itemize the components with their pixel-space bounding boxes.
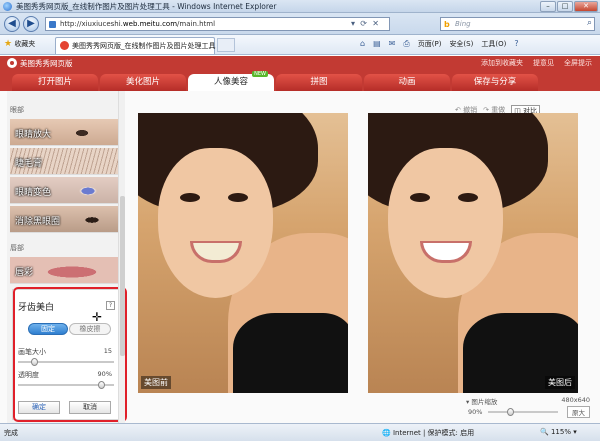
help-icon[interactable]: ? [514,39,518,49]
tab-animation[interactable]: 动画 [364,74,450,91]
window-controls: – □ ✕ [540,1,598,12]
help-button[interactable]: ? [106,301,115,310]
image-size: 480x640 [561,396,590,404]
tab-collage[interactable]: 拼图 [276,74,362,91]
page-icon [49,21,56,28]
eraser-mode-button[interactable]: 橡皮擦 [69,323,111,335]
star-icon: ★ [4,39,13,49]
photo-after: 美图后 [368,113,578,393]
photo-before: 美图前 [138,113,348,393]
fullscreen-link[interactable]: 全屏提示 [564,58,592,68]
opacity-value: 90% [97,370,112,378]
search-icon[interactable]: ⌕ [587,18,592,28]
brush-size-slider[interactable] [18,358,114,366]
minimize-button[interactable]: – [540,1,556,12]
dropdown-icon[interactable]: ▾ [351,19,355,28]
tool-dark-circles[interactable]: 消除黑眼圈 [10,206,120,233]
meitu-favicon-icon [60,41,69,50]
search-box[interactable]: b Bing ⌕ [440,17,595,31]
refresh-icon[interactable]: ⟳ [360,19,367,28]
add-favorite-link[interactable]: 添加到收藏夹 [481,58,523,68]
zoom-percent: 90% [468,408,483,416]
fix-mode-button[interactable]: 固定 [28,323,68,335]
menu-page[interactable]: 页面(P) [418,39,442,49]
new-tab-button[interactable] [217,38,235,52]
zoom-title: ▾ 图片缩放 [466,398,498,406]
cursor-icon: ✛ [92,310,103,324]
bing-icon: b [444,20,450,29]
teeth-title: 牙齿美白 [18,303,55,313]
left-panel: 眼部 眼睛放大 睫毛膏 眼睛变色 消除黑眼圈 唇部 唇彩 牙齿美白 ? 固定 橡… [7,91,127,423]
main-content: 眼部 眼睛放大 睫毛膏 眼睛变色 消除黑眼圈 唇部 唇彩 牙齿美白 ? 固定 橡… [0,91,600,423]
address-url[interactable]: http://xiuxiuceshi.web.meitu.com/main.ht… [60,20,215,28]
left-scrollbar[interactable] [118,91,125,423]
close-button[interactable]: ✕ [574,1,598,12]
address-row: ◀ ▶ http://xiuxiuceshi.web.meitu.com/mai… [0,13,600,35]
section-lips: 唇部 [10,244,24,252]
stop-icon[interactable]: ✕ [372,19,379,28]
print-icon[interactable]: ⎙ [403,39,409,49]
cancel-button[interactable]: 取消 [69,401,111,414]
feeds-icon[interactable]: ▤ [373,39,381,49]
tab-save-share[interactable]: 保存与分享 [452,74,538,91]
after-label: 美图后 [545,376,575,389]
opacity-slider[interactable] [18,381,114,389]
back-button[interactable]: ◀ [4,16,20,32]
header-links: 添加到收藏夹 提意见 全屏提示 [481,58,592,68]
brush-size-thumb[interactable] [31,358,39,366]
browser-tab[interactable]: 美图秀秀网页版_在线制作图片及图片处理工具 [55,37,216,54]
command-bar: ⌂ ▤ ✉ ⎙ 页面(P) 安全(S) 工具(O) ? [360,39,519,49]
maximize-button[interactable]: □ [557,1,573,12]
tab-beautify[interactable]: 美化图片 [100,74,186,91]
window-title: 美图秀秀网页版_在线制作图片及图片处理工具 - Windows Internet… [16,2,277,11]
ie-logo-icon [3,2,12,11]
section-eyes: 眼部 [10,106,24,114]
opacity-label: 透明度 [18,371,39,379]
tab-portrait[interactable]: 人像美容 NEW [188,71,274,91]
before-label: 美图前 [141,376,171,389]
status-bar: 完成 🌐 Internet | 保护模式: 启用 🔍 115% ▾ [0,423,600,441]
scrollbar-thumb[interactable] [120,196,125,356]
forward-button[interactable]: ▶ [23,16,39,32]
brush-size-label: 画笔大小 [18,348,46,356]
app-header: 美图秀秀网页版 添加到收藏夹 提意见 全屏提示 [0,56,600,70]
status-text: 完成 [4,429,18,437]
zoom-slider[interactable] [488,408,558,416]
feedback-link[interactable]: 提意见 [533,58,554,68]
app-tabs: 打开图片 美化图片 人像美容 NEW 拼图 动画 保存与分享 [0,70,600,91]
ok-button[interactable]: 确定 [18,401,60,414]
new-badge: NEW [252,71,268,77]
home-icon[interactable]: ⌂ [360,39,365,49]
tab-open-image[interactable]: 打开图片 [12,74,98,91]
security-zone: 🌐 Internet | 保护模式: 启用 [382,429,475,437]
zoom-thumb[interactable] [506,408,514,416]
zoom-level[interactable]: 🔍 115% ▾ [540,428,577,436]
menu-tools[interactable]: 工具(O) [481,39,506,49]
favorites-row: ★ 收藏夹 美图秀秀网页版_在线制作图片及图片处理工具 ⌂ ▤ ✉ ⎙ 页面(P… [0,35,600,55]
original-size-button[interactable]: 原大 [567,406,590,418]
window-titlebar: 美图秀秀网页版_在线制作图片及图片处理工具 - Windows Internet… [0,0,600,13]
meitu-logo-icon [7,58,17,68]
address-bar[interactable]: http://xiuxiuceshi.web.meitu.com/main.ht… [45,17,390,31]
app-name: 美图秀秀网页版 [20,59,73,68]
search-input[interactable]: Bing [455,20,471,28]
tool-lip-color[interactable]: 唇彩 [10,257,120,284]
mail-icon[interactable]: ✉ [389,39,396,49]
opacity-thumb[interactable] [98,381,106,389]
tool-mascara[interactable]: 睫毛膏 [10,148,120,175]
menu-safety[interactable]: 安全(S) [449,39,473,49]
favorites-button[interactable]: ★ 收藏夹 [4,39,35,49]
tool-eye-color[interactable]: 眼睛变色 [10,177,120,204]
browser-tab-title: 美图秀秀网页版_在线制作图片及图片处理工具 [72,42,216,50]
teeth-whitening-card: 牙齿美白 ? 固定 橡皮擦 画笔大小 15 透明度 90% 确定 取消 [12,289,121,420]
zoom-panel: ▾ 图片缩放 480x640 90% 原大 [466,396,590,418]
brush-size-value: 15 [103,347,112,355]
tool-eye-enlarge[interactable]: 眼睛放大 [10,119,120,146]
